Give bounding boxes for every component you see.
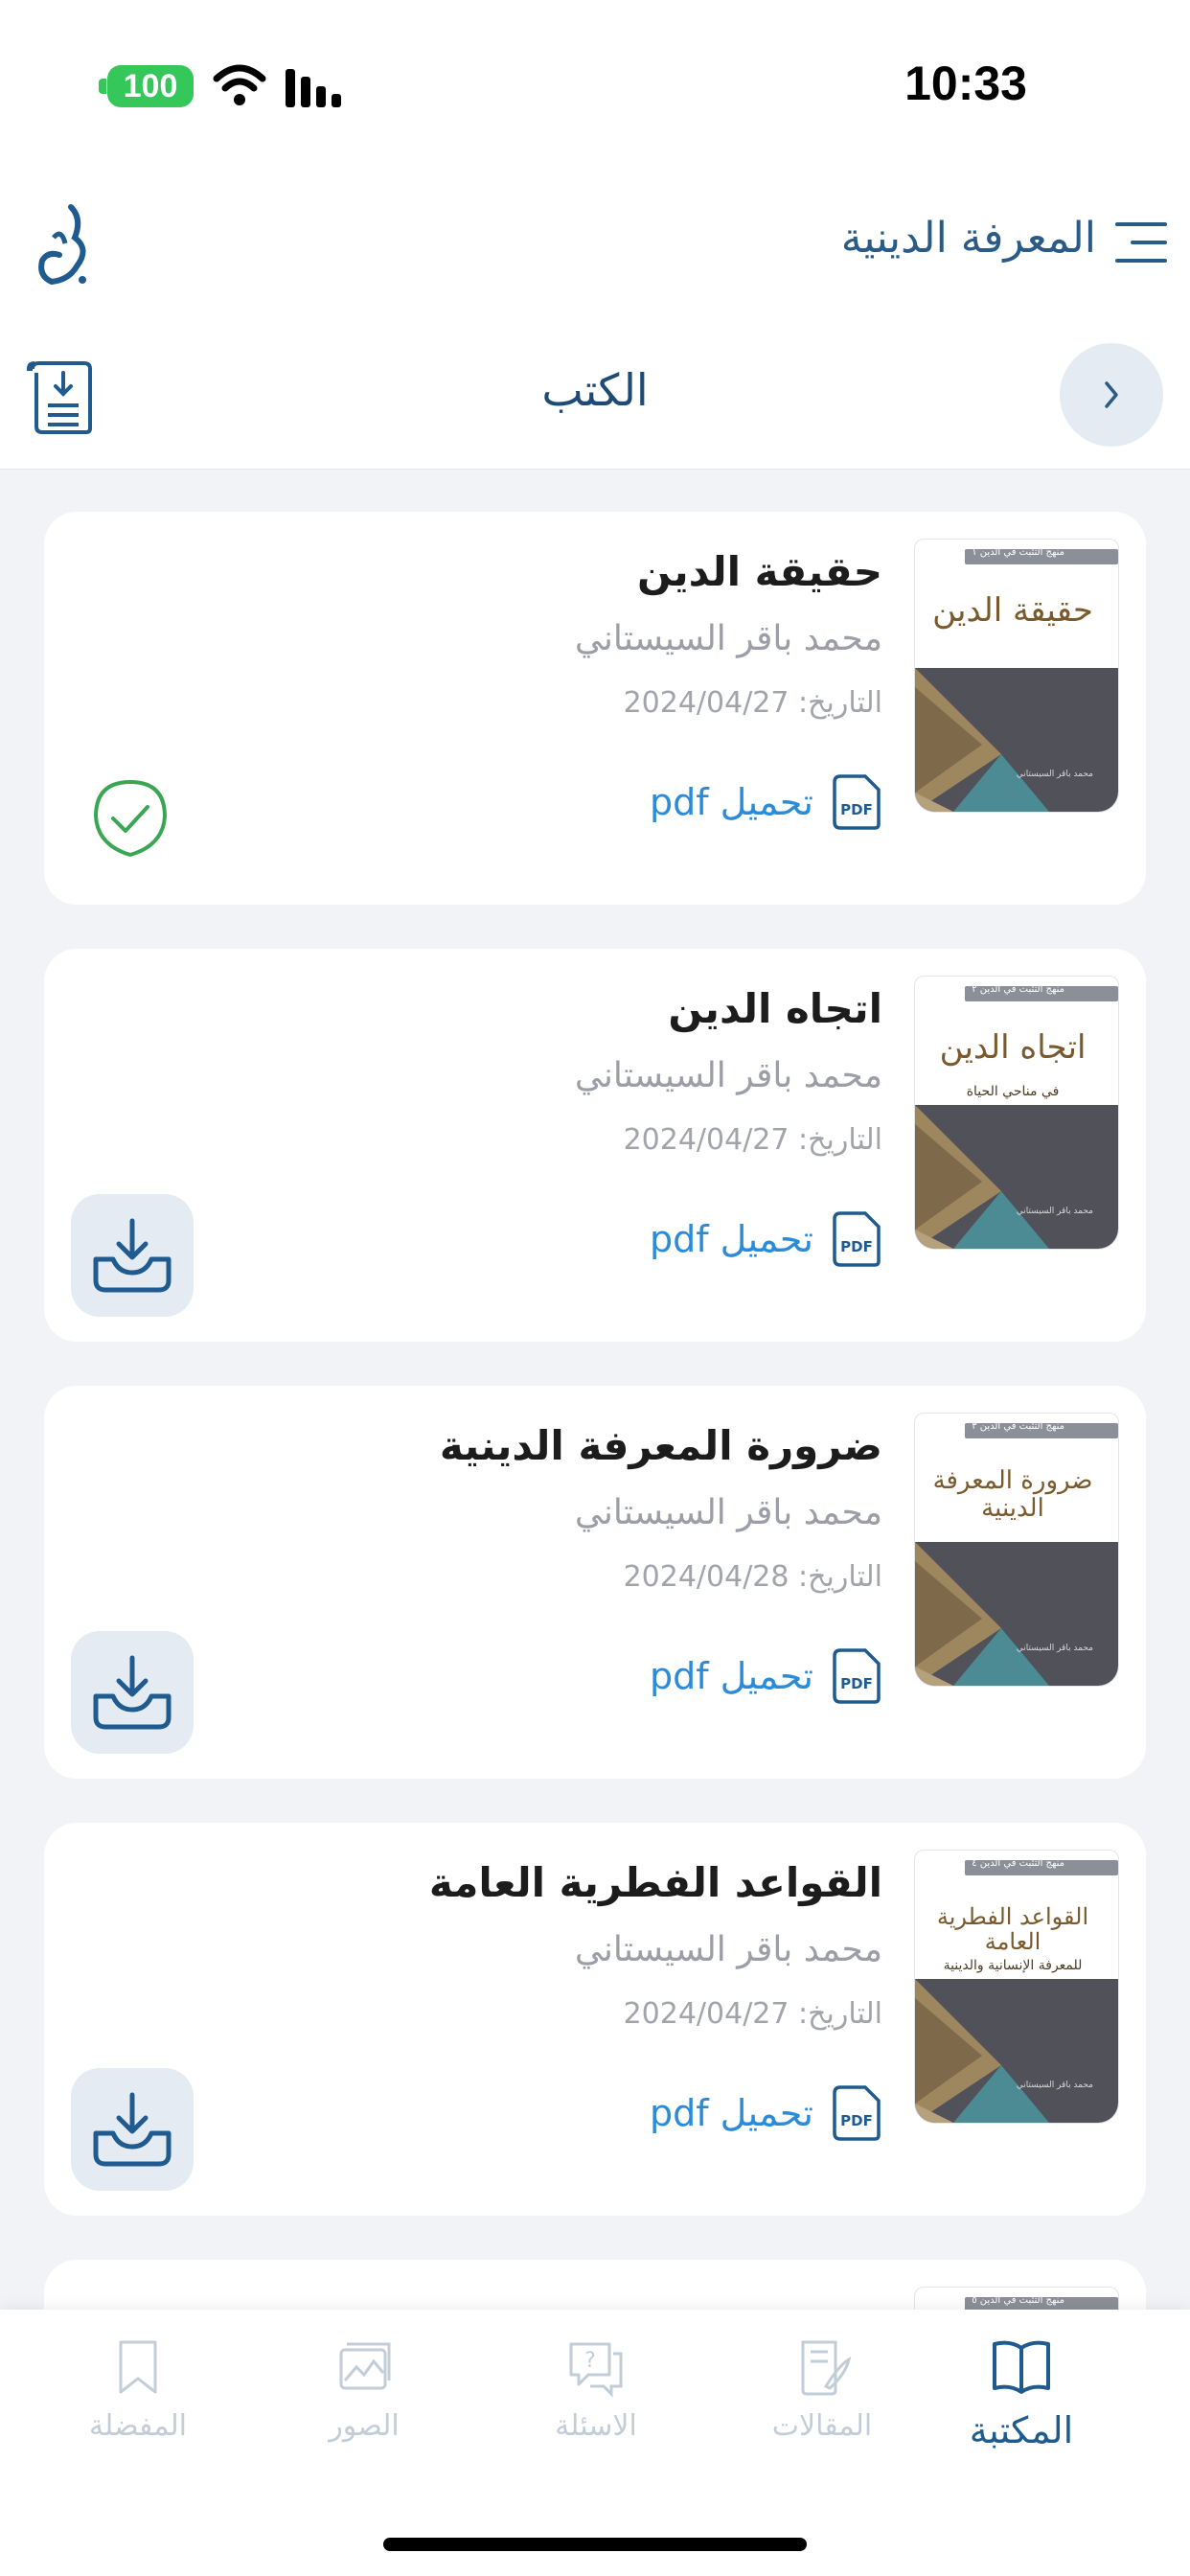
- svg-text:PDF: PDF: [840, 2112, 873, 2129]
- battery-indicator: 100: [99, 65, 194, 107]
- menu-icon[interactable]: [1113, 220, 1169, 264]
- download-tray-icon: [93, 1655, 172, 1730]
- book-title[interactable]: ضرورة المعرفة الدينية: [440, 1422, 882, 1469]
- tab-label: الاسئلة: [555, 2409, 637, 2443]
- cover-subtitle: للمعرفة الإنسانية والدينية: [943, 1958, 1083, 1973]
- tab-label: المكتبة: [969, 2409, 1074, 2451]
- book-list[interactable]: منهج التثبت في الدين ١ حقيقة الدين محمد …: [0, 470, 1190, 2310]
- bottom-tab-bar: المكتبة المقالات ? الاسئلة الصور المفضلة: [0, 2310, 1190, 2576]
- signal-icon: [286, 69, 341, 107]
- bookmark-icon: [119, 2340, 157, 2394]
- svg-text:?: ?: [584, 2349, 596, 2373]
- download-tray-icon: [93, 2092, 172, 2167]
- chevron-right-icon: [1105, 381, 1118, 408]
- book-cover: منهج التثبت في الدين ٣ ضرورة المعرفة الد…: [914, 1413, 1119, 1687]
- clock: 10:33: [904, 57, 1027, 110]
- svg-text:PDF: PDF: [840, 1675, 873, 1692]
- screen: 100 10:33 المعرفة الدينية الكتب منهج الت…: [0, 0, 1190, 2576]
- downloads-list-icon[interactable]: [27, 359, 96, 436]
- pdf-icon: PDF: [833, 1211, 881, 1267]
- book-author: محمد باقر السيستاني: [574, 1056, 882, 1095]
- book-card[interactable]: منهج التثبت في الدين ٣ ضرورة المعرفة الد…: [44, 1386, 1146, 1779]
- tab-favorites[interactable]: المفضلة: [42, 2336, 234, 2471]
- book-title[interactable]: اتجاه الدين: [668, 985, 882, 1032]
- book-card[interactable]: منهج التثبت في الدين ٤ القواعد الفطرية ا…: [44, 1823, 1146, 2216]
- download-pdf-link[interactable]: PDF تحميل pdf: [650, 1646, 882, 1706]
- book-cover: منهج التثبت في الدين ٢ اتجاه الدين في من…: [914, 976, 1119, 1250]
- book-open-icon: [993, 2340, 1050, 2394]
- book-date: التاريخ: 2024/04/27: [623, 1123, 882, 1157]
- svg-text:PDF: PDF: [840, 1238, 873, 1255]
- download-tray-icon: [93, 1218, 172, 1293]
- cover-subtitle: في مناحي الحياة: [966, 1084, 1060, 1099]
- download-pdf-link[interactable]: PDF تحميل pdf: [650, 2083, 882, 2143]
- book-date: التاريخ: 2024/04/27: [623, 686, 882, 720]
- home-indicator[interactable]: [383, 2538, 807, 2551]
- status-bar: 100 10:33: [0, 0, 1190, 172]
- images-icon: [339, 2342, 391, 2390]
- book-date: التاريخ: 2024/04/27: [623, 1997, 882, 2031]
- cover-title: حقيقة الدين: [932, 591, 1093, 630]
- book-author: محمد باقر السيستاني: [574, 619, 882, 658]
- book-card[interactable]: منهج التثبت في الدين ١ حقيقة الدين محمد …: [44, 512, 1146, 905]
- pdf-icon: PDF: [833, 774, 881, 830]
- tab-label: المقالات: [771, 2409, 873, 2443]
- book-title[interactable]: حقيقة الدين: [637, 548, 882, 595]
- pdf-icon: PDF: [833, 1648, 881, 1704]
- book-cover: منهج التثبت في الدين ٤ القواعد الفطرية ا…: [914, 1850, 1119, 2124]
- download-button[interactable]: [71, 1631, 194, 1754]
- download-button[interactable]: [71, 1194, 194, 1317]
- tab-library[interactable]: المكتبة: [926, 2336, 1117, 2471]
- tab-images[interactable]: الصور: [268, 2336, 460, 2471]
- book-title[interactable]: القواعد الفطرية العامة: [429, 1859, 882, 1906]
- book-cover: منهج التثبت في الدين ١ حقيقة الدين محمد …: [914, 539, 1119, 813]
- back-button[interactable]: [1060, 343, 1163, 447]
- download-pdf-link[interactable]: PDF تحميل pdf: [650, 1209, 882, 1269]
- pdf-icon: PDF: [833, 2085, 881, 2141]
- tab-articles[interactable]: المقالات: [726, 2336, 918, 2471]
- app-logo-icon: [38, 204, 86, 286]
- book-author: محمد باقر السيستاني: [574, 1930, 882, 1969]
- app-header: المعرفة الدينية الكتب: [0, 172, 1190, 470]
- cover-title: ضرورة المعرفة الدينية: [932, 1466, 1093, 1523]
- tab-label: المفضلة: [88, 2409, 188, 2443]
- book-card[interactable]: منهج التثبت في الدين ٥: [44, 2260, 1146, 2310]
- book-cover: منهج التثبت في الدين ٥: [914, 2287, 1119, 2310]
- book-card[interactable]: منهج التثبت في الدين ٢ اتجاه الدين في من…: [44, 949, 1146, 1342]
- tab-label: الصور: [329, 2409, 400, 2443]
- page-title: الكتب: [541, 364, 649, 416]
- cover-title: اتجاه الدين: [939, 1028, 1087, 1067]
- svg-text:PDF: PDF: [840, 801, 873, 818]
- downloaded-check-icon[interactable]: [92, 778, 169, 861]
- wifi-icon: [213, 64, 266, 105]
- download-button[interactable]: [71, 2068, 194, 2191]
- questions-icon: ?: [569, 2342, 623, 2398]
- tab-questions[interactable]: ? الاسئلة: [500, 2336, 692, 2471]
- download-pdf-link[interactable]: PDF تحميل pdf: [650, 772, 882, 832]
- book-date: التاريخ: 2024/04/28: [623, 1560, 882, 1594]
- book-author: محمد باقر السيستاني: [574, 1493, 882, 1532]
- app-title: المعرفة الدينية: [840, 214, 1096, 263]
- cover-title: القواعد الفطرية العامة: [936, 1903, 1089, 1956]
- articles-icon: [801, 2340, 852, 2396]
